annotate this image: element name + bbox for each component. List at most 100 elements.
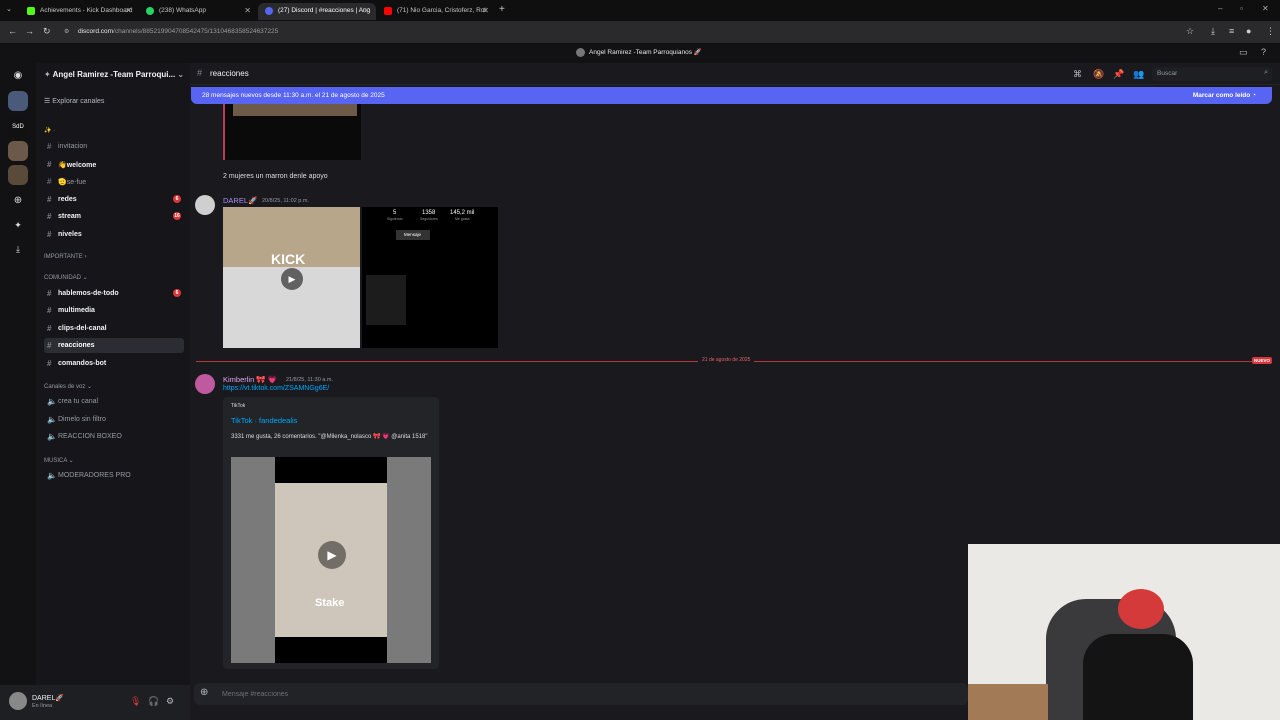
members-icon[interactable]: 👥 — [1133, 69, 1144, 80]
hash-icon: # — [47, 230, 52, 239]
search-input[interactable]: Buscar ⌕ — [1152, 67, 1272, 81]
avatar[interactable] — [195, 195, 215, 215]
image-attachment[interactable]: 5 Siguiendo 1358 Seguidores 145,2 mil Me… — [362, 207, 498, 348]
bookmark-star-icon[interactable]: ☆ — [1186, 26, 1194, 37]
channel-clips-del-canal[interactable]: # clips-del-canal — [44, 321, 184, 336]
profile-stat-label: Siguiendo — [387, 217, 403, 221]
server-icon[interactable] — [8, 165, 28, 185]
channel-sidebar: ✦ Angel Ramirez -Team Parroqui... ⌄ ☰ Ex… — [36, 63, 190, 685]
message-text: 2 mujeres un marron denle apoyo — [223, 173, 328, 180]
close-window-icon[interactable]: ✕ — [1262, 4, 1269, 13]
voice-channel[interactable]: 🔈 crea tu canal — [44, 394, 184, 409]
reload-icon[interactable]: ↻ — [43, 26, 51, 37]
message-link[interactable]: https://vt.tiktok.com/ZSAMNGg6E/ — [223, 385, 329, 392]
help-icon[interactable]: ? — [1261, 47, 1266, 57]
embed-title[interactable]: TikTok · fandedealis — [231, 416, 297, 425]
minimize-icon[interactable]: – — [1218, 4, 1222, 13]
hash-icon: # — [197, 68, 203, 78]
tab-discord[interactable]: (27) Discord | #reacciones | Ang ✕ — [258, 3, 376, 20]
discover-icon[interactable]: ✦ — [8, 215, 28, 235]
channel-stream[interactable]: # stream 16 — [44, 209, 184, 224]
mention-badge: 6 — [173, 195, 181, 203]
browse-label: Explorar canales — [52, 98, 105, 105]
user-panel: DAREL🚀 En línea 🎙 🎧 ⚙ — [0, 685, 190, 720]
site-info-icon[interactable]: ⚙ — [64, 28, 69, 35]
category-comunidad[interactable]: COMUNIDAD ⌄ — [44, 274, 88, 281]
server-icon[interactable] — [8, 141, 28, 161]
tab-kick[interactable]: Achievements - Kick Dashboard ✕ — [20, 3, 138, 20]
maximize-icon[interactable]: ▫ — [1240, 4, 1243, 13]
category-voz[interactable]: Canales de voz ⌄ — [44, 383, 92, 390]
settings-gear-icon[interactable]: ⚙ — [166, 696, 174, 707]
embed-provider: TikTok — [231, 403, 246, 409]
avatar[interactable] — [9, 692, 27, 710]
browse-channels-button[interactable]: ☰ Explorar canales — [44, 97, 104, 105]
channel-niveles[interactable]: # niveles — [44, 227, 184, 242]
close-icon[interactable]: ✕ — [244, 6, 251, 15]
mark-as-read-button[interactable]: Marcar como leído ◔ — [1193, 92, 1256, 99]
voice-channel[interactable]: 🔈 Dimelo sin filtro — [44, 412, 184, 427]
add-server-icon[interactable]: ⊕ — [8, 191, 28, 211]
channel-welcome[interactable]: # 👋welcome — [44, 157, 184, 172]
speaker-icon: 🔈 — [47, 432, 57, 441]
channel-multimedia[interactable]: # multimedia — [44, 303, 184, 318]
muted-mic-icon[interactable]: 🎙 — [130, 696, 141, 707]
avatar[interactable] — [195, 374, 215, 394]
channel-comandos-bot[interactable]: # comandos-bot — [44, 356, 184, 371]
back-arrow-icon[interactable]: ← — [8, 26, 17, 36]
media-icon[interactable]: ≡ — [1229, 26, 1234, 36]
headphones-icon[interactable]: 🎧 — [148, 696, 159, 707]
close-icon[interactable]: ✕ — [125, 6, 132, 15]
profile-icon[interactable]: ● — [1246, 26, 1251, 36]
threads-icon[interactable]: ⌘ — [1073, 69, 1082, 80]
voice-channel[interactable]: 🔈 MODERADORES PRO — [44, 468, 184, 483]
message-author[interactable]: Kimberlin 🎀 💗 — [223, 375, 277, 384]
play-icon[interactable]: ▶ — [281, 268, 303, 290]
channel-invitacion[interactable]: # invitacion — [44, 139, 184, 154]
embed-description: 3331 me gusta, 26 comentarios. "@Milenka… — [231, 434, 428, 440]
embed-video[interactable]: Stake ▶ — [231, 457, 431, 663]
download-icon[interactable]: ⤓ — [1211, 26, 1215, 37]
add-attachment-icon[interactable]: ⊕ — [200, 687, 208, 698]
image-attachment[interactable] — [223, 104, 361, 160]
channel-redes[interactable]: # redes 6 — [44, 192, 184, 207]
url-field[interactable]: ⚙ discord.com/channels/88521990470854247… — [56, 24, 1206, 40]
new-messages-bar[interactable]: 28 mensajes nuevos desde 11:30 a.m. el 2… — [191, 87, 1272, 104]
channel-label: 👋welcome — [58, 162, 97, 169]
url-host: discord.com — [78, 28, 114, 35]
user-name: DAREL🚀 — [32, 695, 65, 702]
forward-arrow-icon[interactable]: → — [25, 26, 34, 36]
menu-icon[interactable]: ⋮ — [1266, 26, 1275, 37]
channel-hablemos-de-todo[interactable]: # hablemos-de-todo 6 — [44, 286, 184, 301]
category-musica[interactable]: MUSICA ⌄ — [44, 457, 74, 464]
tab-search-icon[interactable]: ⌄ — [6, 5, 12, 13]
new-tab-button[interactable]: + — [499, 4, 505, 15]
discord-home-icon[interactable]: ◉ — [8, 66, 28, 86]
youtube-favicon-icon — [384, 7, 392, 15]
speaker-icon: 🔈 — [47, 397, 57, 406]
play-icon[interactable]: ▶ — [318, 541, 346, 569]
pin-icon[interactable]: 📌 — [1113, 69, 1124, 80]
message-timestamp: 20/8/25, 11:02 p.m. — [262, 198, 309, 204]
video-attachment[interactable]: KICK ▶ — [223, 207, 360, 348]
server-icon[interactable]: SdD — [8, 117, 28, 137]
tab-youtube[interactable]: (71) Nio Garcia, Cristoferz, Rol ✕ — [377, 3, 495, 20]
voice-channel[interactable]: 🔈 REACCION BOXEO — [44, 429, 184, 444]
close-icon[interactable]: ✕ — [482, 6, 489, 15]
notification-bell-icon[interactable]: 🔕 — [1093, 69, 1104, 80]
image-attachment-thumbnail — [233, 104, 357, 116]
server-icon[interactable] — [8, 91, 28, 111]
speaker-icon: 🔈 — [47, 415, 57, 424]
channel-header: # reacciones ⌘ 🔕 📌 👥 Buscar ⌕ — [190, 63, 1280, 85]
message-input[interactable] — [222, 687, 822, 701]
category-top[interactable]: ✨ · — [44, 127, 55, 134]
message-author[interactable]: DAREL🚀 — [223, 196, 257, 205]
tab-whatsapp[interactable]: (238) WhatsApp ✕ — [139, 3, 257, 20]
server-name-header[interactable]: ✦ Angel Ramirez -Team Parroqui... ⌄ — [44, 70, 184, 79]
inbox-icon[interactable]: ▭ — [1239, 47, 1248, 58]
channel-se-fue[interactable]: # 🫡se-fue — [44, 174, 184, 189]
download-apps-icon[interactable]: ⤓ — [8, 239, 28, 259]
close-icon[interactable]: ✕ — [363, 6, 370, 15]
channel-reacciones[interactable]: # reacciones — [44, 338, 184, 353]
category-importante[interactable]: IMPORTANTE › — [44, 254, 86, 260]
